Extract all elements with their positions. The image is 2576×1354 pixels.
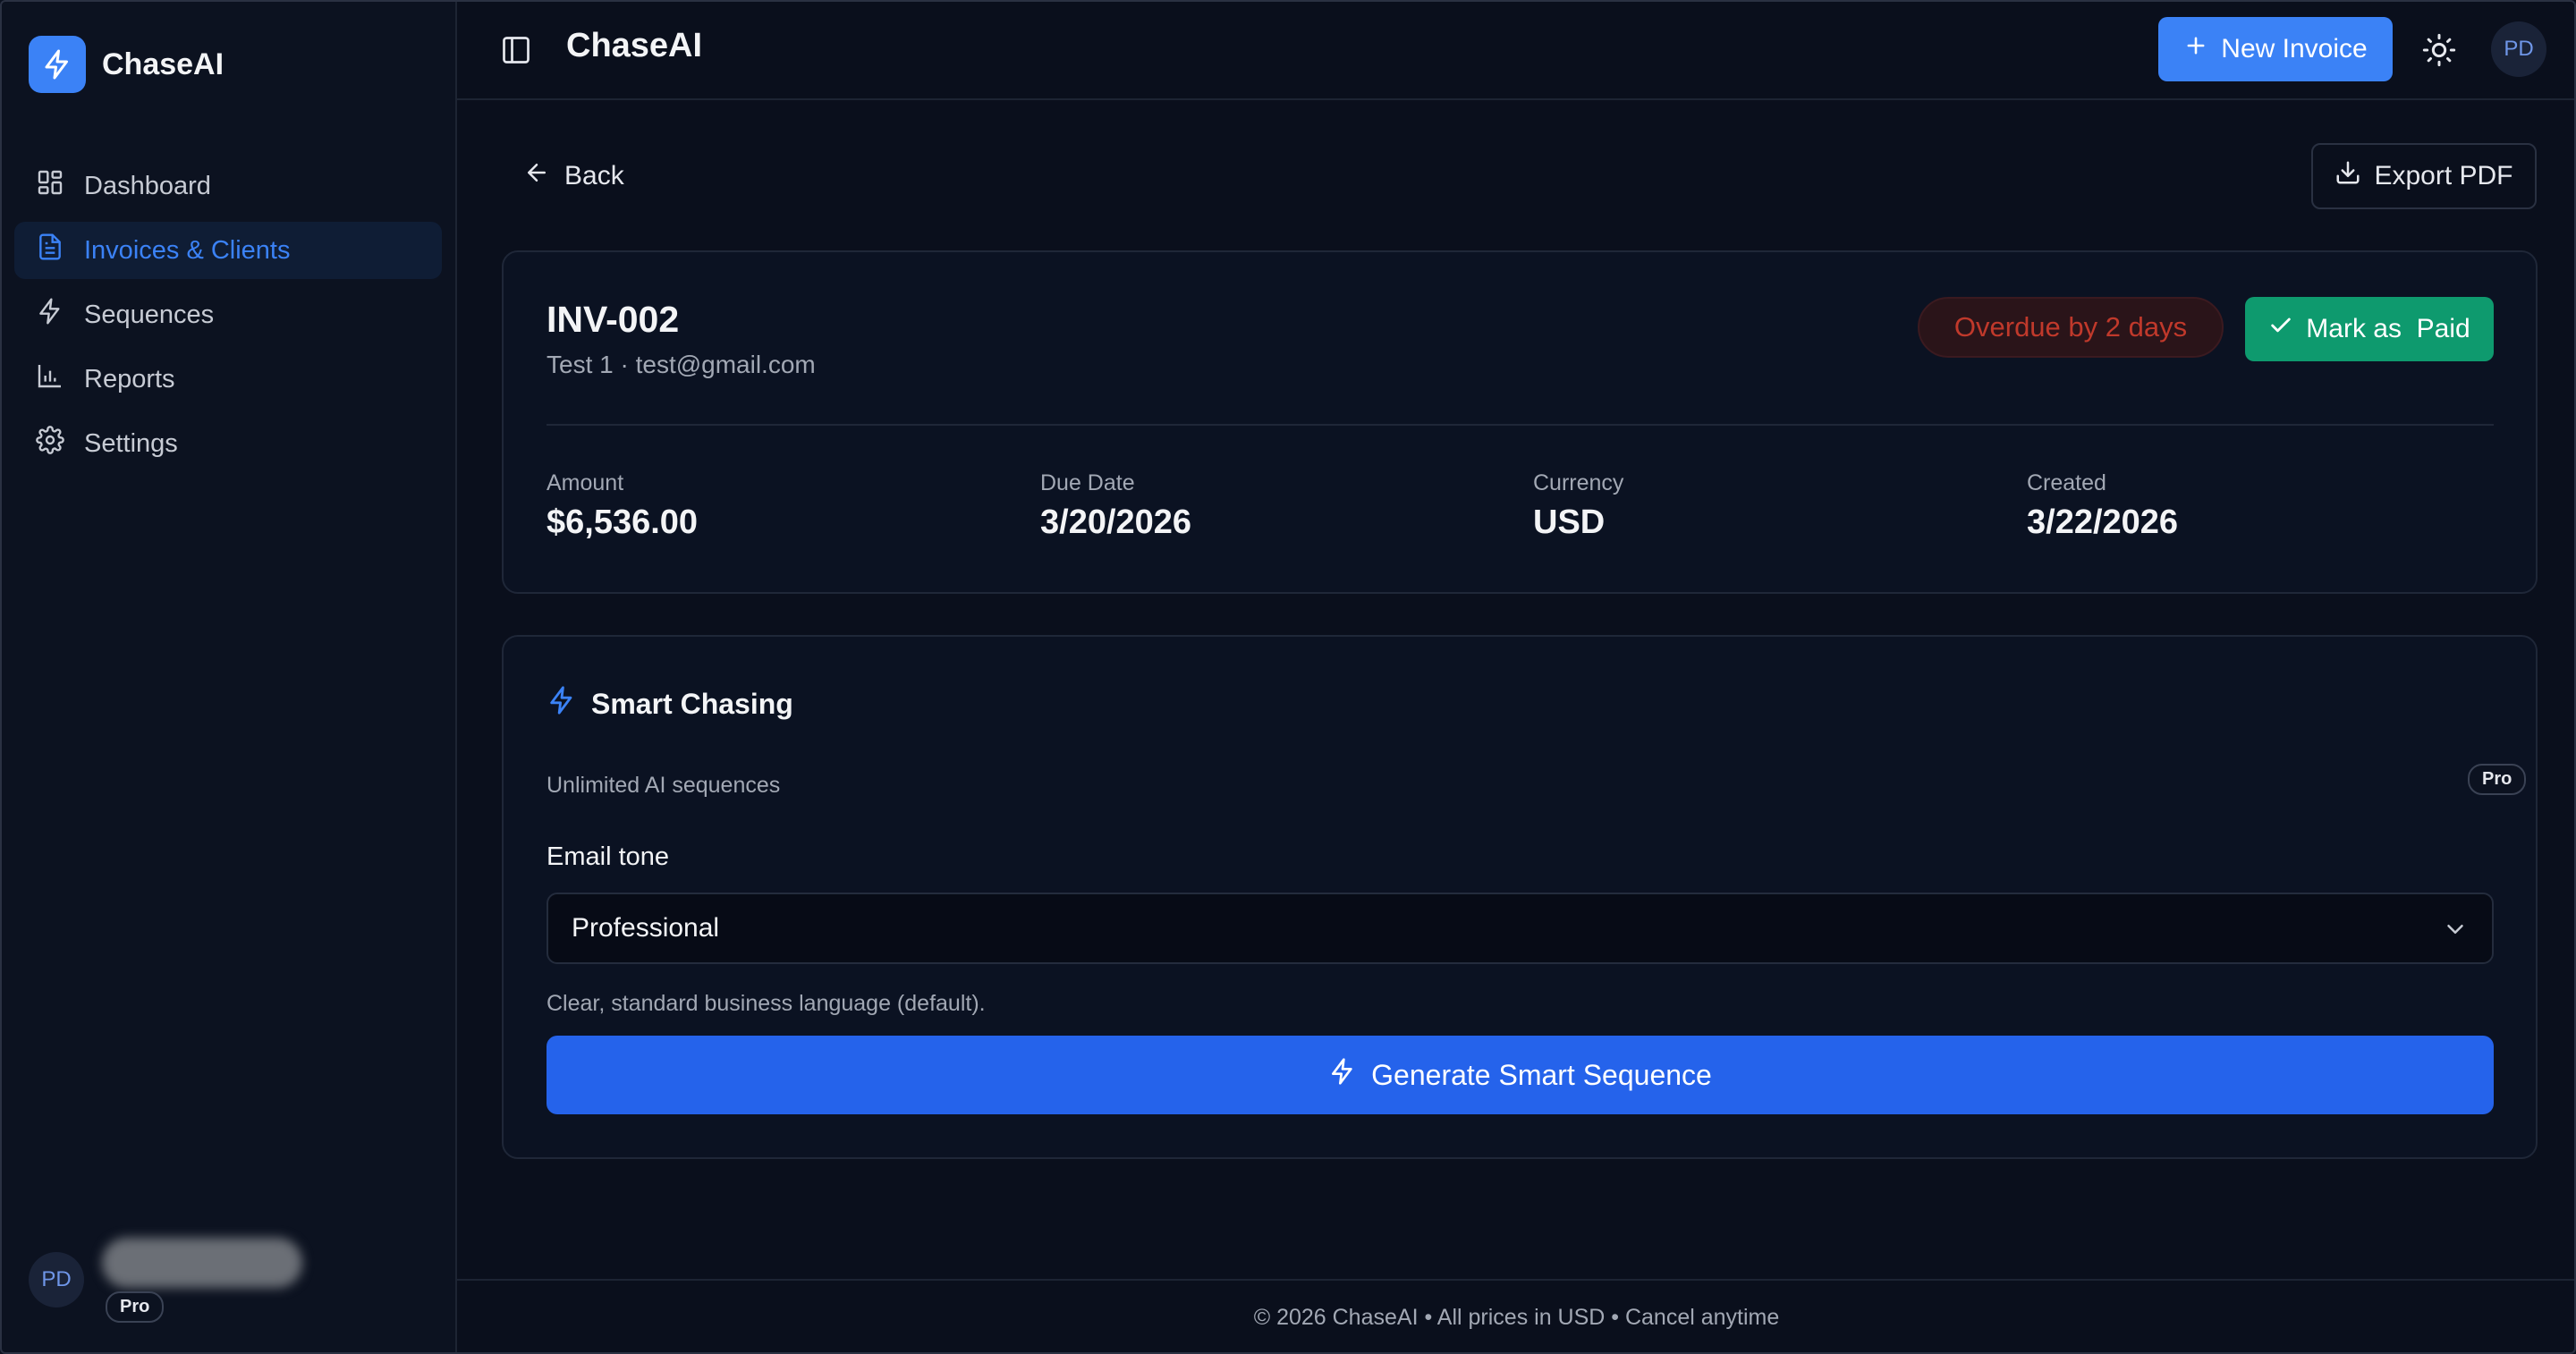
stat-currency: Currency USD xyxy=(1533,470,1623,542)
plus-icon xyxy=(2183,33,2208,65)
stat-value: 3/22/2026 xyxy=(2027,504,2179,541)
divider xyxy=(547,424,2494,426)
topbar: ChaseAI New Invoice PD xyxy=(457,0,2576,100)
user-avatar[interactable]: PD xyxy=(2491,21,2546,77)
sidebar: ChaseAI Dashboard Invoices & Clients Seq… xyxy=(0,0,457,1354)
stat-created: Created 3/22/2026 xyxy=(2027,470,2178,542)
bar-chart-icon xyxy=(36,361,64,397)
sidebar-item-sequences[interactable]: Sequences xyxy=(14,286,442,343)
file-text-icon xyxy=(36,233,64,268)
sidebar-item-dashboard[interactable]: Dashboard xyxy=(14,157,442,215)
brand-name: ChaseAI xyxy=(102,47,225,81)
sidebar-item-label: Reports xyxy=(84,364,175,394)
gear-icon xyxy=(36,426,64,461)
email-tone-select[interactable]: Professional xyxy=(547,893,2494,964)
sidebar-item-label: Settings xyxy=(84,428,178,458)
footer-text: © 2026 ChaseAI • All prices in USD • Can… xyxy=(1253,1304,1780,1330)
footer: © 2026 ChaseAI • All prices in USD • Can… xyxy=(457,1279,2576,1354)
avatar: PD xyxy=(29,1252,84,1307)
stat-label: Amount xyxy=(547,470,624,495)
smart-chasing-heading: Smart Chasing xyxy=(547,685,793,723)
stat-label: Created xyxy=(2027,470,2106,495)
generate-label: Generate Smart Sequence xyxy=(1371,1058,1712,1091)
bolt-logo-icon xyxy=(29,36,86,93)
page-title: ChaseAI xyxy=(566,27,703,64)
bolt-icon xyxy=(1328,1057,1357,1093)
sidebar-item-reports[interactable]: Reports xyxy=(14,351,442,408)
email-tone-value: Professional xyxy=(572,913,720,943)
invoice-client: Test 1 · test@gmail.com xyxy=(547,351,816,378)
new-invoice-button[interactable]: New Invoice xyxy=(2158,17,2393,81)
stat-label: Due Date xyxy=(1040,470,1135,495)
sidebar-item-invoices[interactable]: Invoices & Clients xyxy=(14,222,442,279)
redacted-user-name xyxy=(102,1238,302,1288)
pro-badge: Pro xyxy=(2468,764,2527,795)
check-icon xyxy=(2268,313,2293,345)
bolt-icon xyxy=(547,685,577,723)
sidebar-item-label: Sequences xyxy=(84,300,215,329)
stat-label: Currency xyxy=(1533,470,1624,495)
mark-paid-button[interactable]: Mark as Paid xyxy=(2245,297,2494,361)
sidebar-item-label: Invoices & Clients xyxy=(84,235,291,265)
export-label: Export PDF xyxy=(2374,161,2513,190)
invoice-id: INV-002 xyxy=(547,299,680,340)
sidebar-item-label: Dashboard xyxy=(84,171,211,200)
arrow-left-icon xyxy=(523,159,550,193)
back-button[interactable]: Back xyxy=(523,159,624,193)
dashboard-icon xyxy=(36,168,64,204)
sidebar-user[interactable]: PD Pro xyxy=(29,1238,302,1323)
sidebar-item-settings[interactable]: Settings xyxy=(14,415,442,472)
brand[interactable]: ChaseAI xyxy=(29,36,224,93)
stat-due-date: Due Date 3/20/2026 xyxy=(1040,470,1191,542)
stat-value: $6,536.00 xyxy=(547,504,699,541)
sidebar-nav: Dashboard Invoices & Clients Sequences R… xyxy=(14,157,442,479)
sidebar-toggle-icon[interactable] xyxy=(500,34,532,66)
stat-amount: Amount $6,536.00 xyxy=(547,470,698,542)
plan-badge: Pro xyxy=(106,1291,165,1323)
download-icon xyxy=(2334,159,2361,193)
new-invoice-label: New Invoice xyxy=(2221,34,2368,63)
bolt-icon xyxy=(36,297,64,333)
smart-chasing-card: Smart Chasing Unlimited AI sequences Pro… xyxy=(502,635,2538,1159)
smart-chasing-title: Smart Chasing xyxy=(591,687,793,720)
stat-value: 3/20/2026 xyxy=(1040,504,1192,541)
stat-value: USD xyxy=(1533,504,1606,541)
email-tone-label: Email tone xyxy=(547,842,670,871)
mark-paid-label: Mark as Paid xyxy=(2306,314,2470,343)
invoice-card: INV-002 Test 1 · test@gmail.com Overdue … xyxy=(502,250,2538,594)
email-tone-hint: Clear, standard business language (defau… xyxy=(547,991,986,1016)
chevron-down-icon xyxy=(2442,916,2469,943)
export-pdf-button[interactable]: Export PDF xyxy=(2311,143,2537,209)
status-badge: Overdue by 2 days xyxy=(1918,297,2224,358)
back-label: Back xyxy=(564,161,624,190)
main-content: Back Export PDF INV-002 Test 1 · test@gm… xyxy=(457,100,2576,1281)
generate-sequence-button[interactable]: Generate Smart Sequence xyxy=(547,1036,2494,1114)
smart-chasing-subtitle: Unlimited AI sequences xyxy=(547,773,781,798)
sun-icon[interactable] xyxy=(2421,32,2457,68)
